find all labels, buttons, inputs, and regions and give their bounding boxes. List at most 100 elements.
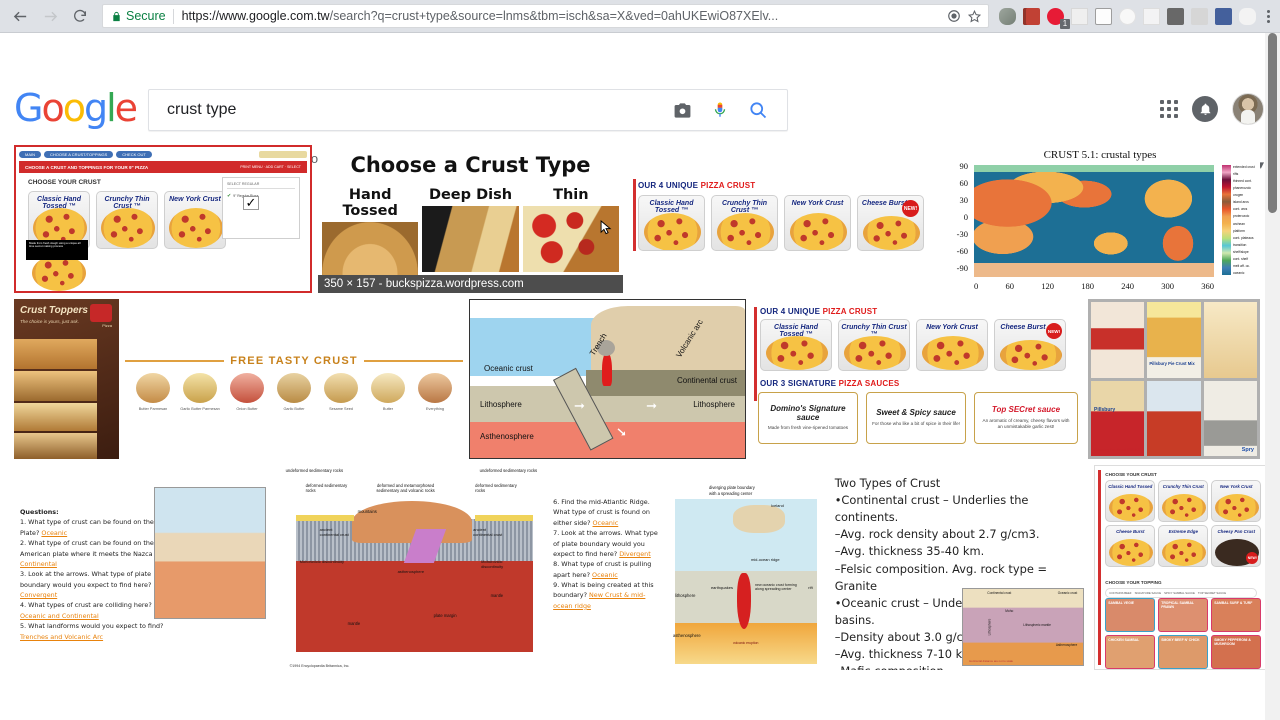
filter-spicy-sambal-sauce[interactable]: SPICY SAMBAL SAUCE <box>1164 591 1195 595</box>
document-icon[interactable] <box>1143 7 1160 25</box>
crust-card-label: New York Crust <box>1220 484 1253 489</box>
pizza-image <box>844 336 906 370</box>
c-extension-icon[interactable] <box>1191 7 1208 25</box>
inset-label-continental: Continental crust <box>987 591 1012 595</box>
sauce-card-top-secret[interactable]: Top SECret sauce An aromatic of creamy, … <box>974 392 1078 444</box>
sauce-card-signature[interactable]: Domino's Signature sauce Made from fresh… <box>758 392 858 444</box>
search-input[interactable] <box>167 101 663 119</box>
map-polar-band-top <box>974 165 1214 172</box>
globe-icon[interactable] <box>1119 7 1136 25</box>
search-icon[interactable] <box>739 91 777 129</box>
keep-note-icon[interactable] <box>1167 7 1184 25</box>
vintage-ad-pie-slices <box>1203 302 1257 378</box>
result-subduction-zone-diagram[interactable]: Oceanic crust Trench Volcanic arc Contin… <box>469 299 746 459</box>
britannica-credit: ©1994 Encyclopaedia Britannica, Inc. <box>289 664 350 668</box>
topping-card-chicken-sambal[interactable]: CHICKEN SAMBAL <box>1105 635 1156 669</box>
label-asthenosphere: asthenosphere <box>672 633 701 638</box>
notification-bell-icon[interactable] <box>1192 96 1218 122</box>
result-divergent-boundary-diagram[interactable]: diverging plate boundary with a spreadin… <box>670 465 821 670</box>
sauce-card-sweet-spicy[interactable]: Sweet & Spicy sauce For those who like a… <box>866 392 966 444</box>
breadcrumb-checkout[interactable]: CHECK OUT <box>116 150 152 158</box>
filter-contains-beef[interactable]: CONTAINS BEEF <box>1109 591 1131 595</box>
panel-checkbox[interactable]: ✓ <box>243 196 259 210</box>
breadcrumb-crust[interactable]: CHOOSE A CRUST/TOPPINGS <box>44 150 114 158</box>
crust-card-newyork[interactable]: New York Crust <box>784 195 851 251</box>
topping-card-smoky-beef-chick[interactable]: SMOKY BEEF N' CHICK <box>1158 635 1209 669</box>
result-crust-questions-2[interactable]: 6. Find the mid-Atlantic Ridge. What typ… <box>549 465 665 670</box>
y-tick: 60 <box>959 178 969 188</box>
result-pizza-crust-topping-menu[interactable]: CHOOSE YOUR CRUST Classic Hand Tossed Cr… <box>1094 465 1266 670</box>
address-bar[interactable]: Secure https://www.google.com.tw/search?… <box>102 4 989 28</box>
search-box[interactable] <box>148 89 788 131</box>
page-scrollbar[interactable] <box>1265 33 1280 720</box>
result-crust-5-1-map[interactable]: CRUST 5.1: crustal types 90 60 30 0 -30 … <box>940 145 1260 293</box>
crust-card-crunchy[interactable]: Crunchy Thin Crust ™ <box>96 191 158 249</box>
result-pillsbury-pie-crust-ads[interactable]: Pillsbury Pie Crust Mix Pillsbury Pillsb… <box>1088 299 1260 459</box>
reload-icon[interactable] <box>66 2 94 30</box>
filter-signature-sauce[interactable]: SIGNATURE SAUCE <box>1135 591 1162 595</box>
label-lithosphere-right: Lithosphere <box>693 400 735 409</box>
crust-card-cheeseburst[interactable]: Cheese Burst NEW! <box>857 195 924 251</box>
questions-text: 6. Find the mid-Atlantic Ridge. What typ… <box>553 497 661 611</box>
crust-tooltip-text: Made from fresh dough using a unique all… <box>29 241 81 249</box>
label-new-oceanic-crust: new oceanic crust forming along spreadin… <box>754 583 797 591</box>
topping-card-sambal-surf-turf[interactable]: SAMBAL SURF & TURF <box>1211 598 1262 632</box>
crust-card-crunchy[interactable]: Crunchy Thin Crust ™ <box>711 195 778 251</box>
text-capture-icon[interactable] <box>1071 7 1088 25</box>
cart-button[interactable] <box>259 150 307 158</box>
crust-card-classic[interactable]: Classic Hand Tossed ™ <box>638 195 705 251</box>
order-banner-links[interactable]: PRINT MENU · ADD CART · SELECT <box>240 165 301 169</box>
crust-card-newyork[interactable]: New York Crust <box>164 191 226 249</box>
question-item: 7. Look at the arrows. What type of plat… <box>553 528 661 559</box>
scrollbar-thumb[interactable] <box>1268 33 1277 213</box>
crust-card-crunchy[interactable]: Crunchy Thin Crust ™ <box>838 319 910 371</box>
result-two-types-of-crust-slide[interactable]: Two Types of Crust •Continental crust – … <box>826 465 1089 670</box>
window-icon[interactable] <box>1095 7 1112 25</box>
crust-card-newyork[interactable]: New York Crust <box>916 319 988 371</box>
page-target-icon[interactable] <box>947 9 961 23</box>
product-name-spry: Spry <box>1241 447 1254 453</box>
google-logo[interactable]: Google <box>14 89 138 127</box>
results-row-2: Crust Toppers The choice is yours, just … <box>14 299 1266 459</box>
crust-card-newyork[interactable]: New York Crust <box>1211 480 1262 522</box>
result-dominos-4-unique-crust[interactable]: OUR 4 UNIQUE PIZZA CRUST Classic Hand To… <box>629 145 934 293</box>
result-pizza-order-crust-screenshot[interactable]: MAIN CHOOSE A CRUST/TOPPINGS CHECK OUT C… <box>14 145 312 293</box>
apps-grid-icon[interactable] <box>1160 100 1178 118</box>
filter-top-secret-sauce[interactable]: TOP SECRET SAUCE <box>1198 591 1226 595</box>
crust-card-cheesy-pan[interactable]: Cheesy Pan Crust NEW! <box>1211 525 1262 567</box>
mouse-extension-icon[interactable] <box>999 7 1016 25</box>
avatar[interactable] <box>1232 93 1264 125</box>
kebab-menu-icon[interactable] <box>1263 9 1274 23</box>
crust-section-heading: OUR 4 UNIQUE PIZZA CRUST <box>638 181 755 190</box>
crust-card-extreme-edge[interactable]: Extreme Edge <box>1158 525 1209 567</box>
crust-card-classic[interactable]: Classic Hand Tossed <box>1105 480 1156 522</box>
crust-card-crunchy[interactable]: Crunchy Thin Crust <box>1158 480 1209 522</box>
crust-card-cheeseburst[interactable]: Cheese Burst NEW! <box>994 319 1066 371</box>
result-crust-toppers-ad[interactable]: Crust Toppers The choice is yours, just … <box>14 299 119 459</box>
crust-card-classic[interactable]: Classic Hand Tossed ™ <box>760 319 832 371</box>
microphone-icon[interactable] <box>701 91 739 129</box>
forward-arrow-icon[interactable] <box>36 2 64 30</box>
bookmark-star-icon[interactable] <box>967 9 982 24</box>
crust-card-cheeseburst[interactable]: Cheese Burst <box>1105 525 1156 567</box>
result-continental-collision-diagram[interactable]: undeformed sedimentary rocks deformed se… <box>281 465 544 670</box>
facebook-icon[interactable] <box>1215 7 1232 25</box>
result-dominos-crust-and-sauces[interactable]: OUR 4 UNIQUE PIZZA CRUST Classic Hand To… <box>752 299 1082 459</box>
pizza-image <box>101 208 155 248</box>
topping-card-tropical-sambal-prawn[interactable]: TROPICAL SAMBAL PRAWN <box>1158 598 1209 632</box>
back-arrow-icon[interactable] <box>6 2 34 30</box>
legend-item: proterozoic <box>1233 214 1250 219</box>
topping-card-sambal-vegie[interactable]: SAMBAL VEGIE <box>1105 598 1156 632</box>
pdf-reader-icon[interactable] <box>1023 7 1040 25</box>
pointer-icon[interactable] <box>1239 7 1256 25</box>
opera-adblock-icon[interactable]: 1 <box>1047 7 1070 29</box>
pizza-image <box>1109 539 1154 566</box>
result-crust-questions-1[interactable]: Questions: 1. What type of crust can be … <box>14 465 276 670</box>
topping-card-smoky-pepperoni-mushroom[interactable]: SMOKY PEPPERONI & MUSHROOM <box>1211 635 1262 669</box>
result-free-tasty-crust[interactable]: FREE TASTY CRUST Butter Parmesan Garlic … <box>125 299 463 459</box>
crust-cross-section-inset: Continental crust Oceanic crust Moho Lit… <box>962 588 1085 666</box>
result-choose-a-crust-type[interactable]: Choose a Crust Type Hand Tossed Deep Dis… <box>318 145 623 293</box>
breadcrumb-main[interactable]: MAIN <box>19 150 41 158</box>
camera-icon[interactable] <box>663 91 701 129</box>
legend-item: extended crust <box>1233 165 1255 169</box>
